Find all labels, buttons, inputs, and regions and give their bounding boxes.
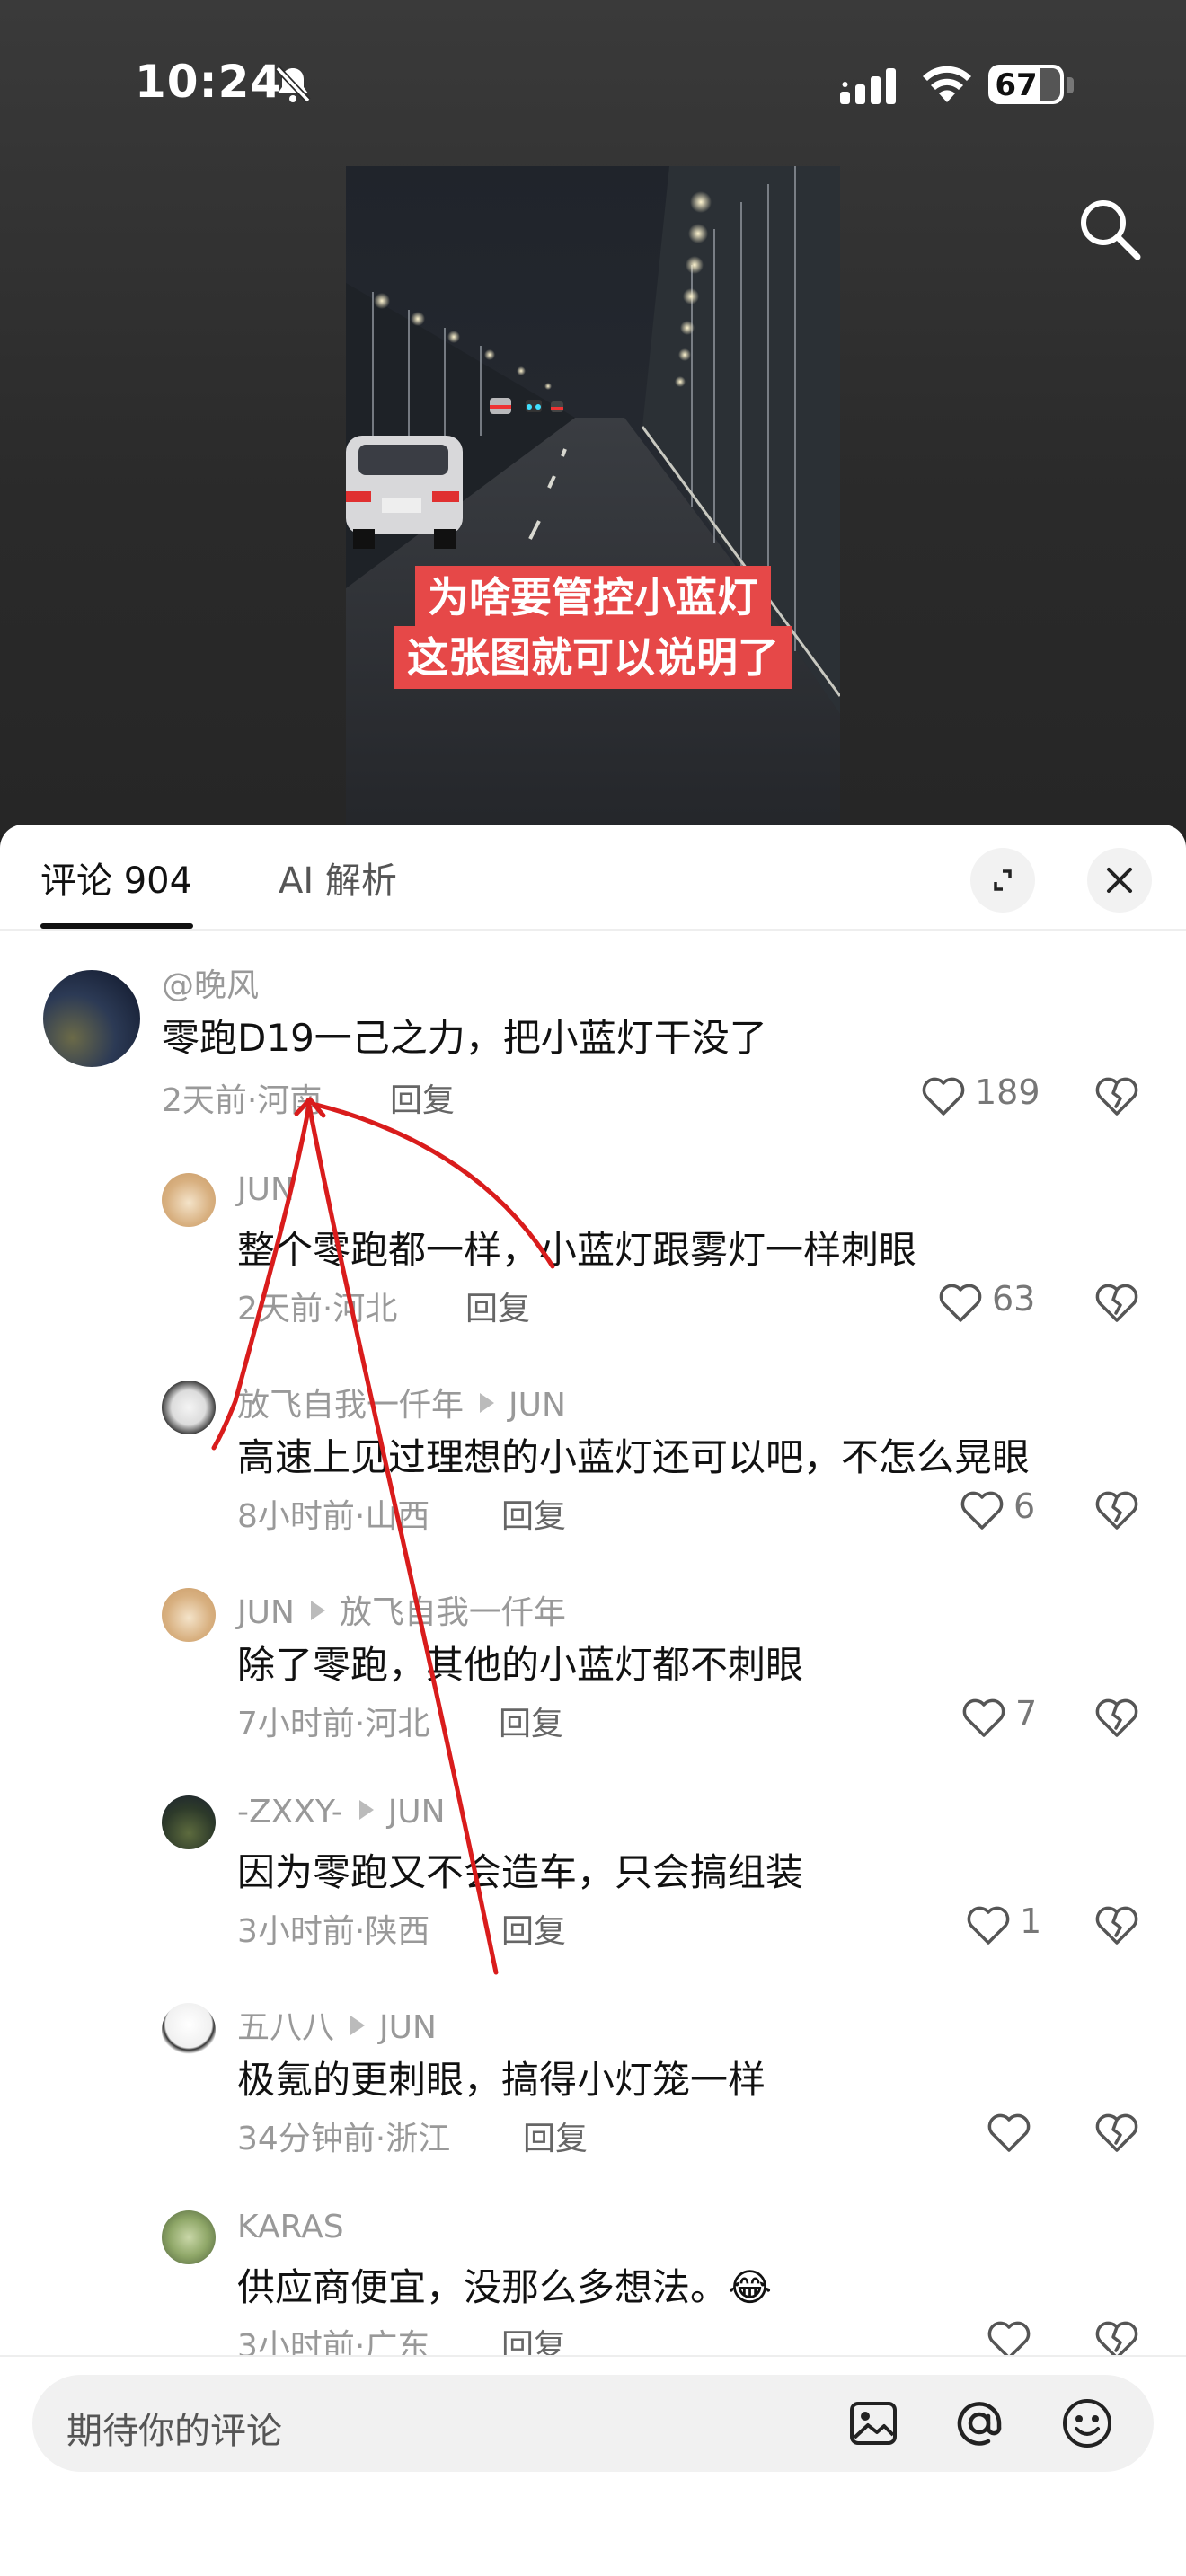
reply-username[interactable]: JUN [237, 1171, 295, 1208]
broken-heart-icon[interactable] [1094, 1905, 1139, 1946]
tab-ai-analysis[interactable]: AI 解析 [279, 851, 397, 904]
emoji-icon[interactable] [1060, 2396, 1114, 2450]
avatar[interactable] [162, 2210, 216, 2264]
reply-arrow-icon [480, 1393, 495, 1413]
video-thumbnail[interactable]: 为啥要管控小蓝灯 这张图就可以说明了 [346, 166, 840, 835]
comment-text[interactable]: 供应商便宜，没那么多想法。😂 [237, 2257, 772, 2312]
comment-meta: 3小时前·陕西 [237, 1913, 430, 1950]
expand-icon [994, 869, 1012, 891]
avatar[interactable] [162, 2003, 216, 2057]
broken-heart-icon[interactable] [1094, 2113, 1139, 2154]
comment-text[interactable]: 极氪的更刺眼，搞得小灯笼一样 [237, 2050, 766, 2104]
broken-heart-icon[interactable] [1094, 1698, 1139, 1739]
avatar[interactable] [162, 1795, 216, 1849]
comment-text[interactable]: 高速上见过理想的小蓝灯还可以吧，不怎么晃眼 [237, 1427, 1030, 1482]
comment-meta: 7小时前·河北 [237, 1706, 430, 1742]
comment-item: @晚风 零跑D19一己之力，把小蓝灯干没了 2天前·河南 回复 189 [0, 959, 1186, 1168]
reply-username[interactable]: 五八八 JUN [237, 2001, 437, 2048]
comment-input[interactable]: 期待你的评论 [32, 2375, 1154, 2472]
comment-text[interactable]: 因为零跑又不会造车，只会搞组装 [237, 1842, 803, 1897]
heart-icon [962, 1698, 1005, 1737]
reply-username[interactable]: -ZXXY- JUN [237, 1794, 446, 1831]
avatar[interactable] [162, 1173, 216, 1227]
expand-button[interactable] [970, 848, 1035, 913]
comment-text[interactable]: 整个零跑都一样，小蓝灯跟雾灯一样刺眼 [237, 1220, 916, 1275]
comment-meta: 2天前·河南 [162, 1082, 323, 1119]
like-count: 7 [1015, 1694, 1038, 1734]
highway-night-scene [346, 166, 840, 835]
like-count: 189 [975, 1072, 1040, 1112]
reply-username[interactable]: 放飞自我一仟年 JUN [237, 1379, 566, 1425]
video-area[interactable]: 10:24 67 为啥要管控小蓝灯 这张图就可以说明了 [0, 0, 1186, 835]
avatar[interactable] [43, 970, 140, 1067]
close-button[interactable] [1087, 848, 1152, 913]
status-bar: 10:24 67 [0, 0, 1186, 171]
status-time: 10:24 [135, 56, 283, 108]
heart-icon [967, 1906, 1010, 1945]
cellular-signal-icon [840, 68, 896, 104]
bell-slash-icon [275, 66, 311, 103]
comment-text[interactable]: 除了零跑，其他的小蓝灯都不刺眼 [237, 1635, 803, 1689]
comment-meta: 34分钟前·浙江 [237, 2121, 451, 2157]
like-count: 63 [992, 1279, 1036, 1319]
comment-input-bar: 期待你的评论 [0, 2355, 1186, 2576]
reply-button[interactable]: 回复 [501, 1490, 566, 1537]
reply-username[interactable]: KARAS [237, 2209, 344, 2245]
comment-username[interactable]: @晚风 [162, 959, 259, 1006]
close-icon [1107, 868, 1132, 893]
like-count: 1 [1020, 1901, 1042, 1941]
broken-heart-icon[interactable] [1094, 1490, 1139, 1531]
reply-button[interactable]: 回复 [523, 2113, 588, 2159]
reply-button[interactable]: 回复 [499, 1698, 563, 1744]
reply-item: 五八八 JUN 极氪的更刺眼，搞得小灯笼一样 34分钟前·浙江 回复 [0, 1996, 1186, 2204]
video-caption-line-2: 这张图就可以说明了 [346, 626, 840, 689]
heart-icon [987, 2113, 1031, 2152]
comment-input-placeholder: 期待你的评论 [66, 2411, 282, 2452]
image-icon[interactable] [846, 2396, 900, 2450]
battery-indicator: 67 [988, 65, 1064, 104]
heart-icon [960, 1491, 1004, 1530]
broken-heart-icon[interactable] [1094, 1283, 1139, 1324]
like-count: 6 [1013, 1486, 1036, 1526]
broken-heart-icon[interactable] [1094, 1076, 1139, 1117]
at-icon[interactable] [952, 2396, 1006, 2450]
reply-arrow-icon [350, 2016, 366, 2035]
comment-panel: 评论 904 AI 解析 @晚风 零跑D19一己之力，把小蓝灯干没了 2天前·河… [0, 825, 1186, 2576]
heart-icon [922, 1077, 965, 1116]
avatar[interactable] [162, 1381, 216, 1434]
comment-text[interactable]: 零跑D19一己之力，把小蓝灯干没了 [162, 1008, 767, 1063]
comment-meta: 2天前·河北 [237, 1291, 398, 1328]
wifi-icon [923, 66, 971, 102]
reply-username[interactable]: JUN 放飞自我一仟年 [237, 1586, 566, 1633]
battery-level: 67 [995, 67, 1038, 103]
comment-meta: 8小时前·山西 [237, 1498, 430, 1535]
reply-item: 放飞自我一仟年 JUN 高速上见过理想的小蓝灯还可以吧，不怎么晃眼 8小时前·山西… [0, 1373, 1186, 1582]
reply-button[interactable]: 回复 [501, 1905, 566, 1952]
reply-button[interactable]: 回复 [465, 1283, 530, 1329]
reply-arrow-icon [358, 1800, 374, 1820]
video-caption-line-1: 为啥要管控小蓝灯 [346, 566, 840, 629]
reply-item: -ZXXY- JUN 因为零跑又不会造车，只会搞组装 3小时前·陕西 回复 1 [0, 1788, 1186, 1997]
reply-item: JUN 放飞自我一仟年 除了零跑，其他的小蓝灯都不刺眼 7小时前·河北 回复 7 [0, 1581, 1186, 1789]
battery-tip [1067, 77, 1074, 93]
heart-icon [939, 1284, 982, 1322]
search-icon[interactable] [1076, 196, 1143, 262]
reply-item: JUN 整个零跑都一样，小蓝灯跟雾灯一样刺眼 2天前·河北 回复 63 [0, 1166, 1186, 1374]
avatar[interactable] [162, 1588, 216, 1642]
reply-button[interactable]: 回复 [390, 1074, 455, 1121]
tab-comments[interactable]: 评论 904 [40, 851, 192, 904]
reply-arrow-icon [310, 1601, 325, 1620]
white-suv [346, 436, 463, 549]
active-tab-indicator [40, 923, 193, 929]
comment-tab-bar: 评论 904 AI 解析 [0, 825, 1186, 931]
